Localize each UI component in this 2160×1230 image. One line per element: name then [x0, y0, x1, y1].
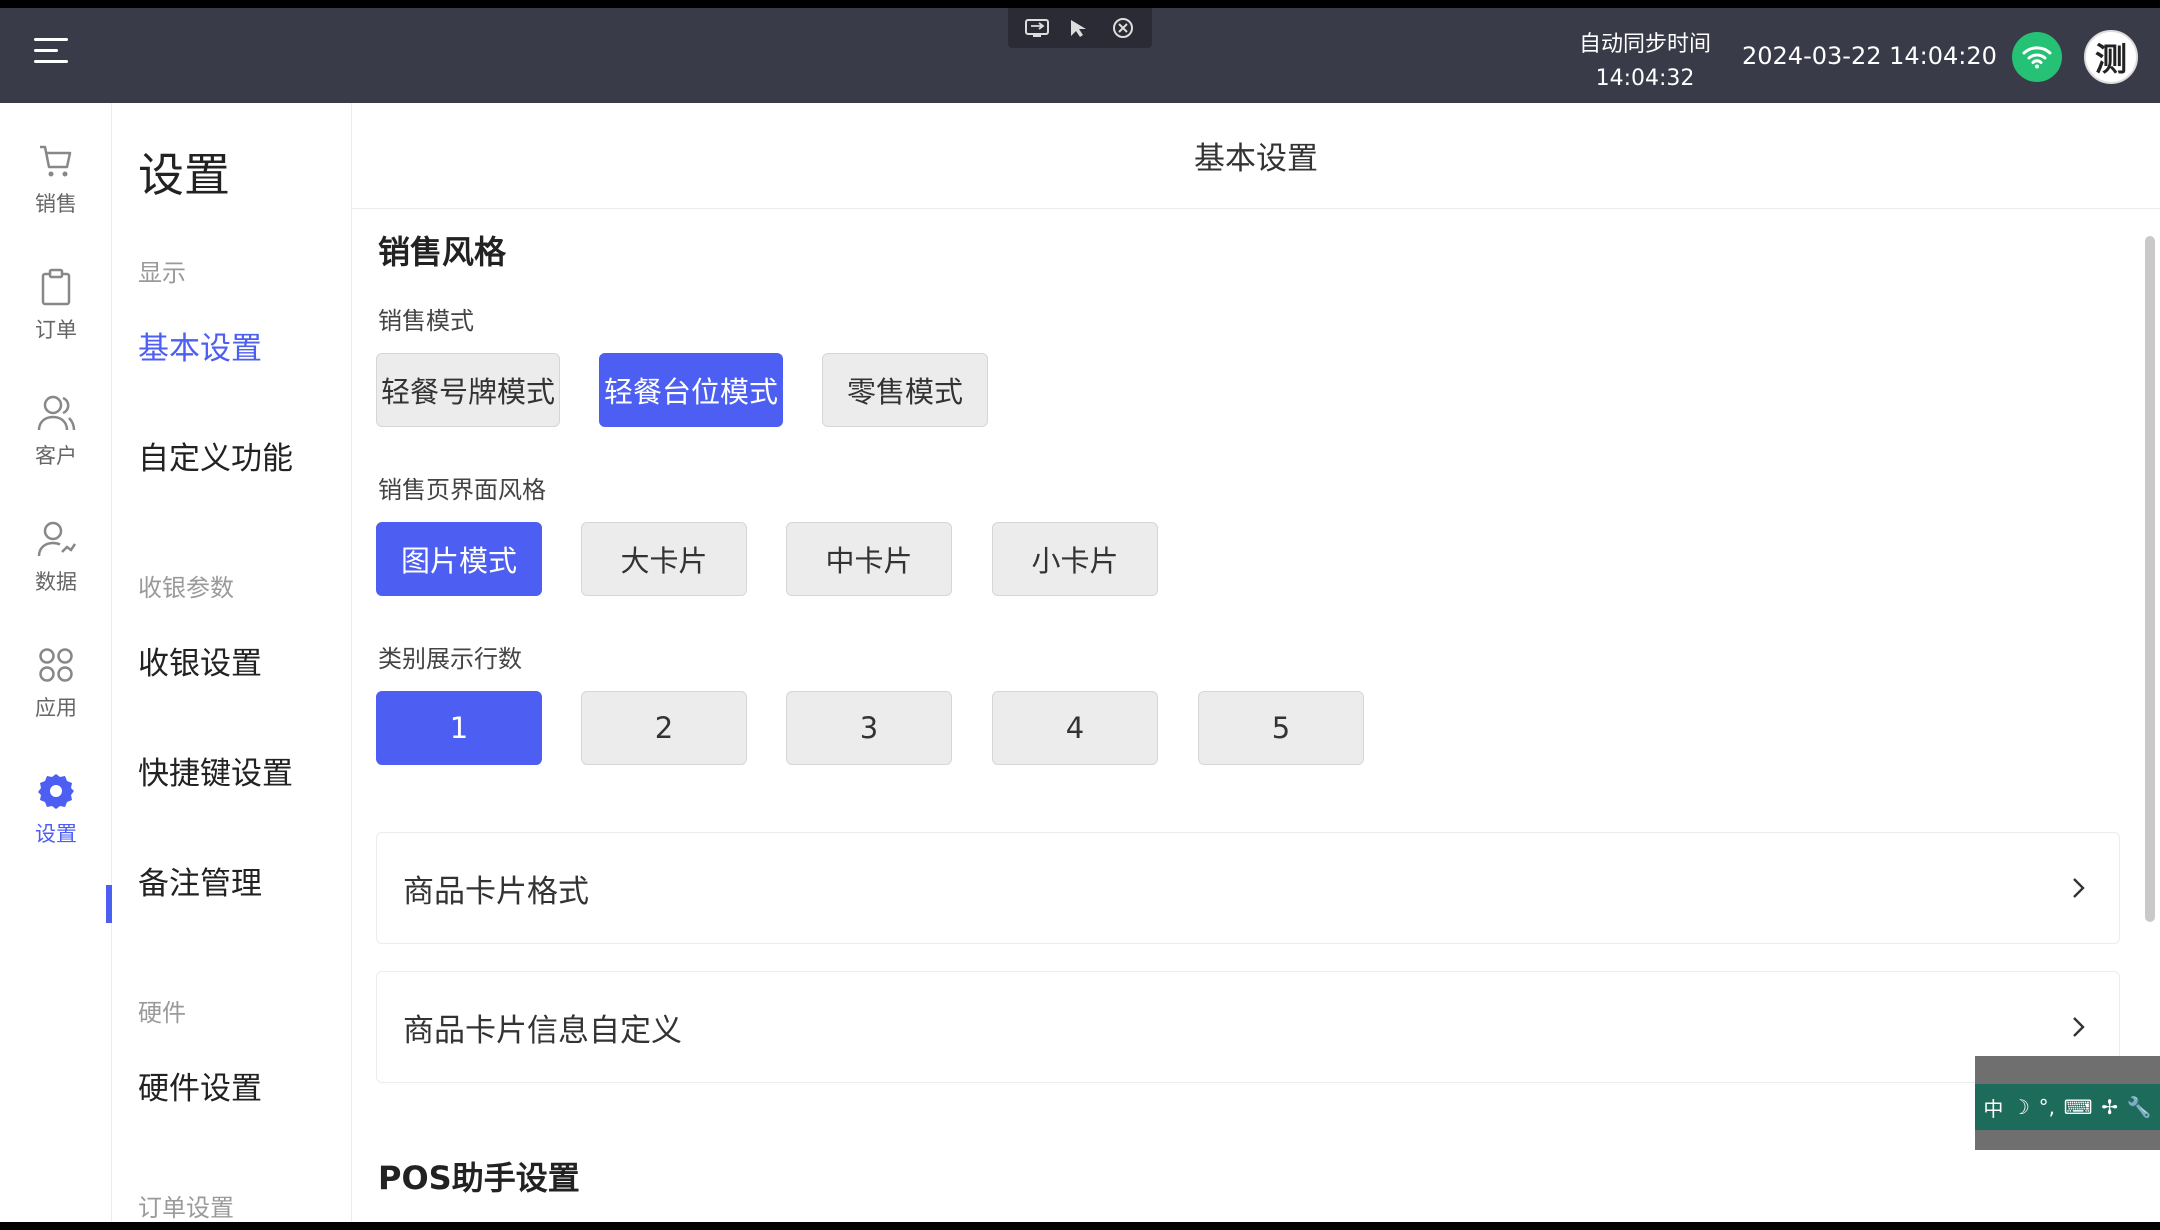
ime-toolbar: 中 ☽ °, ⌨ ✢ 🔧	[1975, 1056, 2160, 1150]
keyboard-icon[interactable]: ⌨	[2064, 1095, 2093, 1119]
sync-label: 自动同步时间	[1578, 32, 1711, 57]
row-product-card-info-custom[interactable]: 商品卡片信息自定义	[376, 971, 2120, 1083]
users-icon	[37, 395, 76, 431]
nav-label: 应用	[35, 696, 77, 720]
current-datetime: 2024-03-22 14:04:20	[1742, 42, 1997, 70]
page-style-option-image[interactable]: 图片模式	[376, 522, 542, 596]
nav-label: 客户	[35, 444, 77, 468]
group-order-settings: 订单设置	[138, 1194, 234, 1222]
clipboard-icon	[41, 268, 71, 306]
category-rows-option-3[interactable]: 3	[786, 691, 952, 765]
auto-sync-time: 自动同步时间 14:04:32	[1560, 28, 1730, 96]
ime-chinese-mode[interactable]: 中	[1983, 1093, 2003, 1122]
nav-label: 设置	[35, 822, 77, 846]
category-rows-option-5[interactable]: 5	[1198, 691, 1364, 765]
icon-sidebar: 销售 订单 客户 数据 应用 设置	[0, 103, 112, 1222]
nav-label: 数据	[35, 570, 77, 594]
page-style-option-large-card[interactable]: 大卡片	[581, 522, 747, 596]
submenu-item-custom-functions[interactable]: 自定义功能	[138, 433, 293, 478]
sparkle-icon[interactable]: ✢	[2101, 1095, 2118, 1119]
nav-item-apps[interactable]: 应用	[0, 629, 112, 739]
gear-icon	[38, 774, 74, 809]
sales-mode-option-table[interactable]: 轻餐台位模式	[599, 353, 783, 427]
group-cashier-params: 收银参数	[138, 574, 234, 602]
submenu-item-notes-management[interactable]: 备注管理	[138, 858, 262, 903]
cart-icon	[40, 145, 72, 177]
screen-switch-icon[interactable]	[1024, 15, 1050, 41]
punctuation-icon[interactable]: °,	[2039, 1095, 2055, 1119]
submenu-item-basic-settings[interactable]: 基本设置	[138, 323, 262, 368]
wifi-icon[interactable]	[2012, 32, 2062, 82]
user-chart-icon	[37, 521, 76, 557]
category-rows-option-2[interactable]: 2	[581, 691, 747, 765]
hamburger-menu-icon[interactable]	[34, 36, 68, 66]
ime-bar: 中 ☽ °, ⌨ ✢ 🔧	[1975, 1084, 2160, 1130]
nav-item-data[interactable]: 数据	[0, 503, 112, 613]
row-product-card-format[interactable]: 商品卡片格式	[376, 832, 2120, 944]
submenu-item-hardware-settings[interactable]: 硬件设置	[138, 1063, 262, 1108]
row-label: 商品卡片格式	[403, 873, 589, 910]
submenu-item-cashier-settings[interactable]: 收银设置	[138, 638, 262, 683]
field-label-page-style: 销售页界面风格	[378, 476, 546, 504]
page-style-option-medium-card[interactable]: 中卡片	[786, 522, 952, 596]
nav-item-orders[interactable]: 订单	[0, 251, 112, 361]
sync-time: 14:04:32	[1595, 66, 1695, 91]
chevron-right-icon	[2065, 874, 2093, 902]
field-label-category-rows: 类别展示行数	[378, 645, 522, 673]
group-display: 显示	[138, 259, 186, 287]
page-style-option-small-card[interactable]: 小卡片	[992, 522, 1158, 596]
row-label: 商品卡片信息自定义	[403, 1012, 682, 1049]
avatar[interactable]: 测	[2084, 30, 2138, 84]
submenu-title: 设置	[138, 148, 230, 202]
section-title-pos-assistant: POS助手设置	[378, 1159, 580, 1197]
category-rows-option-1[interactable]: 1	[376, 691, 542, 765]
top-bar: 自动同步时间 14:04:32 2024-03-22 14:04:20 测	[0, 8, 2160, 103]
field-label-sales-mode: 销售模式	[378, 307, 474, 335]
category-rows-option-4[interactable]: 4	[992, 691, 1158, 765]
moon-icon[interactable]: ☽	[2012, 1095, 2030, 1119]
submenu-item-shortcut-settings[interactable]: 快捷键设置	[138, 748, 293, 793]
settings-submenu: 设置 显示 基本设置 自定义功能 收银参数 收银设置 快捷键设置 备注管理 硬件…	[112, 103, 352, 1222]
scrollbar[interactable]	[2145, 236, 2155, 922]
app-screen: 自动同步时间 14:04:32 2024-03-22 14:04:20 测 销售…	[0, 8, 2160, 1222]
nav-item-settings[interactable]: 设置	[0, 755, 112, 865]
nav-label: 销售	[35, 192, 77, 216]
apps-icon	[39, 648, 73, 682]
chevron-right-icon	[2065, 1013, 2093, 1041]
wrench-icon[interactable]: 🔧	[2127, 1095, 2152, 1119]
pointer-icon[interactable]	[1067, 15, 1093, 41]
section-title-sales-style: 销售风格	[378, 233, 507, 271]
group-hardware: 硬件	[138, 999, 186, 1027]
settings-content: 销售风格 销售模式 轻餐号牌模式 轻餐台位模式 零售模式 销售页界面风格 图片模…	[352, 209, 2142, 1222]
nav-item-customers[interactable]: 客户	[0, 377, 112, 487]
remote-control-toolbar	[1008, 8, 1152, 48]
nav-label: 订单	[35, 318, 77, 342]
close-icon[interactable]	[1110, 15, 1136, 41]
sales-mode-option-retail[interactable]: 零售模式	[822, 353, 988, 427]
sales-mode-option-number-plate[interactable]: 轻餐号牌模式	[376, 353, 560, 427]
page-title: 基本设置	[352, 103, 2160, 209]
nav-item-sales[interactable]: 销售	[0, 125, 112, 235]
